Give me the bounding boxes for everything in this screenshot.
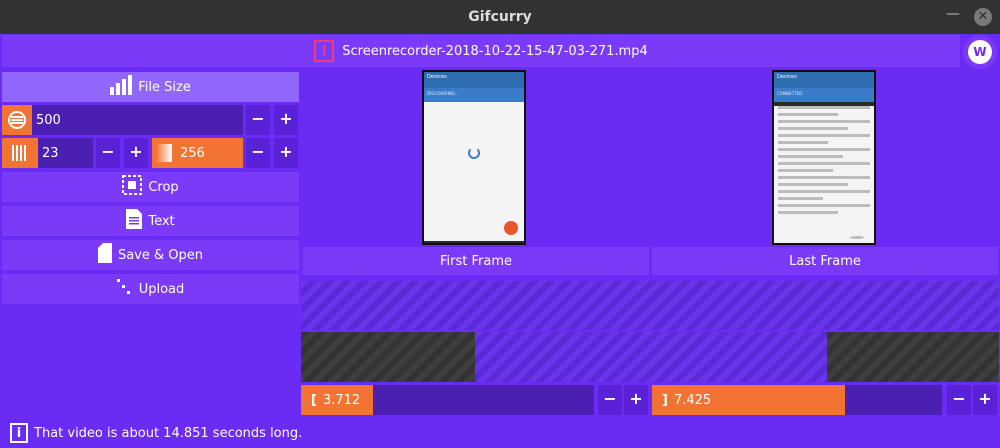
- phone-screen: [774, 106, 874, 243]
- file-icon: [97, 243, 112, 267]
- phone-status: DISCOVERING...: [424, 88, 524, 102]
- end-time-box: ] 7.425: [652, 385, 845, 415]
- minimize-icon[interactable]: —: [946, 7, 960, 21]
- status-bar: i That video is about 14.851 seconds lon…: [0, 418, 1000, 448]
- colors-decrease-button[interactable]: −: [246, 138, 270, 168]
- warning-icon: !: [314, 40, 335, 62]
- start-time-decrease-button[interactable]: −: [598, 385, 622, 415]
- gifcurry-logo-icon: W: [968, 40, 992, 64]
- file-name: Screenrecorder-2018-10-22-15-47-03-271.m…: [342, 43, 648, 59]
- start-time-field[interactable]: [ 3.712: [301, 385, 594, 415]
- width-decrease-button[interactable]: −: [246, 105, 270, 135]
- bar-chart-icon: [110, 75, 133, 99]
- colors-increase-button[interactable]: +: [274, 138, 298, 168]
- start-time-box: [ 3.712: [301, 385, 373, 415]
- end-time-decrease-button[interactable]: −: [947, 385, 971, 415]
- fps-spin-field[interactable]: 23: [2, 138, 93, 168]
- fab-icon: [504, 221, 518, 235]
- spinner-icon: [468, 147, 480, 159]
- save-open-label: Save & Open: [117, 247, 204, 263]
- file-size-button[interactable]: File Size: [2, 72, 299, 102]
- timeline-strip: [301, 281, 999, 330]
- width-icon: [2, 105, 32, 135]
- end-time-value[interactable]: 7.425: [674, 393, 711, 408]
- save-open-button[interactable]: Save & Open: [2, 240, 299, 270]
- end-time-increase-button[interactable]: +: [973, 385, 997, 415]
- first-frame-preview: Devices DISCOVERING...: [422, 70, 526, 245]
- fps-icon: [2, 138, 38, 168]
- file-chooser-button[interactable]: ! Screenrecorder-2018-10-22-15-47-03-271…: [2, 35, 960, 67]
- text-label: Text: [148, 213, 175, 229]
- colors-spin-field[interactable]: 256: [152, 138, 243, 168]
- timeline-selection[interactable]: [475, 332, 827, 382]
- fab-icon: [850, 236, 864, 239]
- start-time-increase-button[interactable]: +: [624, 385, 648, 415]
- end-bracket-icon: ]: [662, 392, 668, 408]
- title-bar: Gifcurry — ✕: [0, 0, 1000, 34]
- phone-status: CONNECTED: [774, 88, 874, 102]
- phone-app-bar: Devices: [424, 72, 524, 88]
- window-title: Gifcurry: [468, 9, 532, 25]
- last-frame-button[interactable]: Last Frame: [652, 247, 998, 275]
- upload-icon: [116, 277, 133, 301]
- crop-button[interactable]: Crop: [2, 172, 299, 202]
- gradient-icon: [152, 138, 176, 168]
- first-frame-button[interactable]: First Frame: [303, 247, 649, 275]
- crop-label: Crop: [148, 179, 179, 195]
- phone-app-bar: Devices: [774, 72, 874, 88]
- close-icon[interactable]: ✕: [974, 8, 992, 26]
- width-spin-field[interactable]: 500: [2, 105, 243, 135]
- last-frame-preview: Devices CONNECTED: [772, 70, 876, 245]
- document-text-icon: [126, 209, 143, 233]
- end-time-field[interactable]: ] 7.425: [652, 385, 942, 415]
- last-frame-label: Last Frame: [789, 253, 861, 269]
- upload-label: Upload: [138, 281, 185, 297]
- fps-increase-button[interactable]: +: [124, 138, 148, 168]
- phone-screen: [424, 102, 524, 241]
- upload-button[interactable]: Upload: [2, 274, 299, 304]
- width-increase-button[interactable]: +: [274, 105, 298, 135]
- fps-decrease-button[interactable]: −: [96, 138, 120, 168]
- crop-icon: [122, 175, 143, 199]
- start-time-value[interactable]: 3.712: [323, 393, 360, 408]
- start-bracket-icon: [: [311, 392, 317, 408]
- width-value[interactable]: 500: [32, 113, 61, 128]
- about-button[interactable]: W: [963, 35, 997, 69]
- info-icon: i: [10, 423, 28, 443]
- first-frame-label: First Frame: [440, 253, 512, 269]
- phone-title: Devices: [777, 74, 797, 80]
- phone-title: Devices: [427, 74, 447, 80]
- status-message: That video is about 14.851 seconds long.: [34, 425, 303, 441]
- file-size-label: File Size: [138, 79, 191, 95]
- colors-value[interactable]: 256: [176, 146, 205, 161]
- text-button[interactable]: Text: [2, 206, 299, 236]
- fps-value[interactable]: 23: [38, 146, 59, 161]
